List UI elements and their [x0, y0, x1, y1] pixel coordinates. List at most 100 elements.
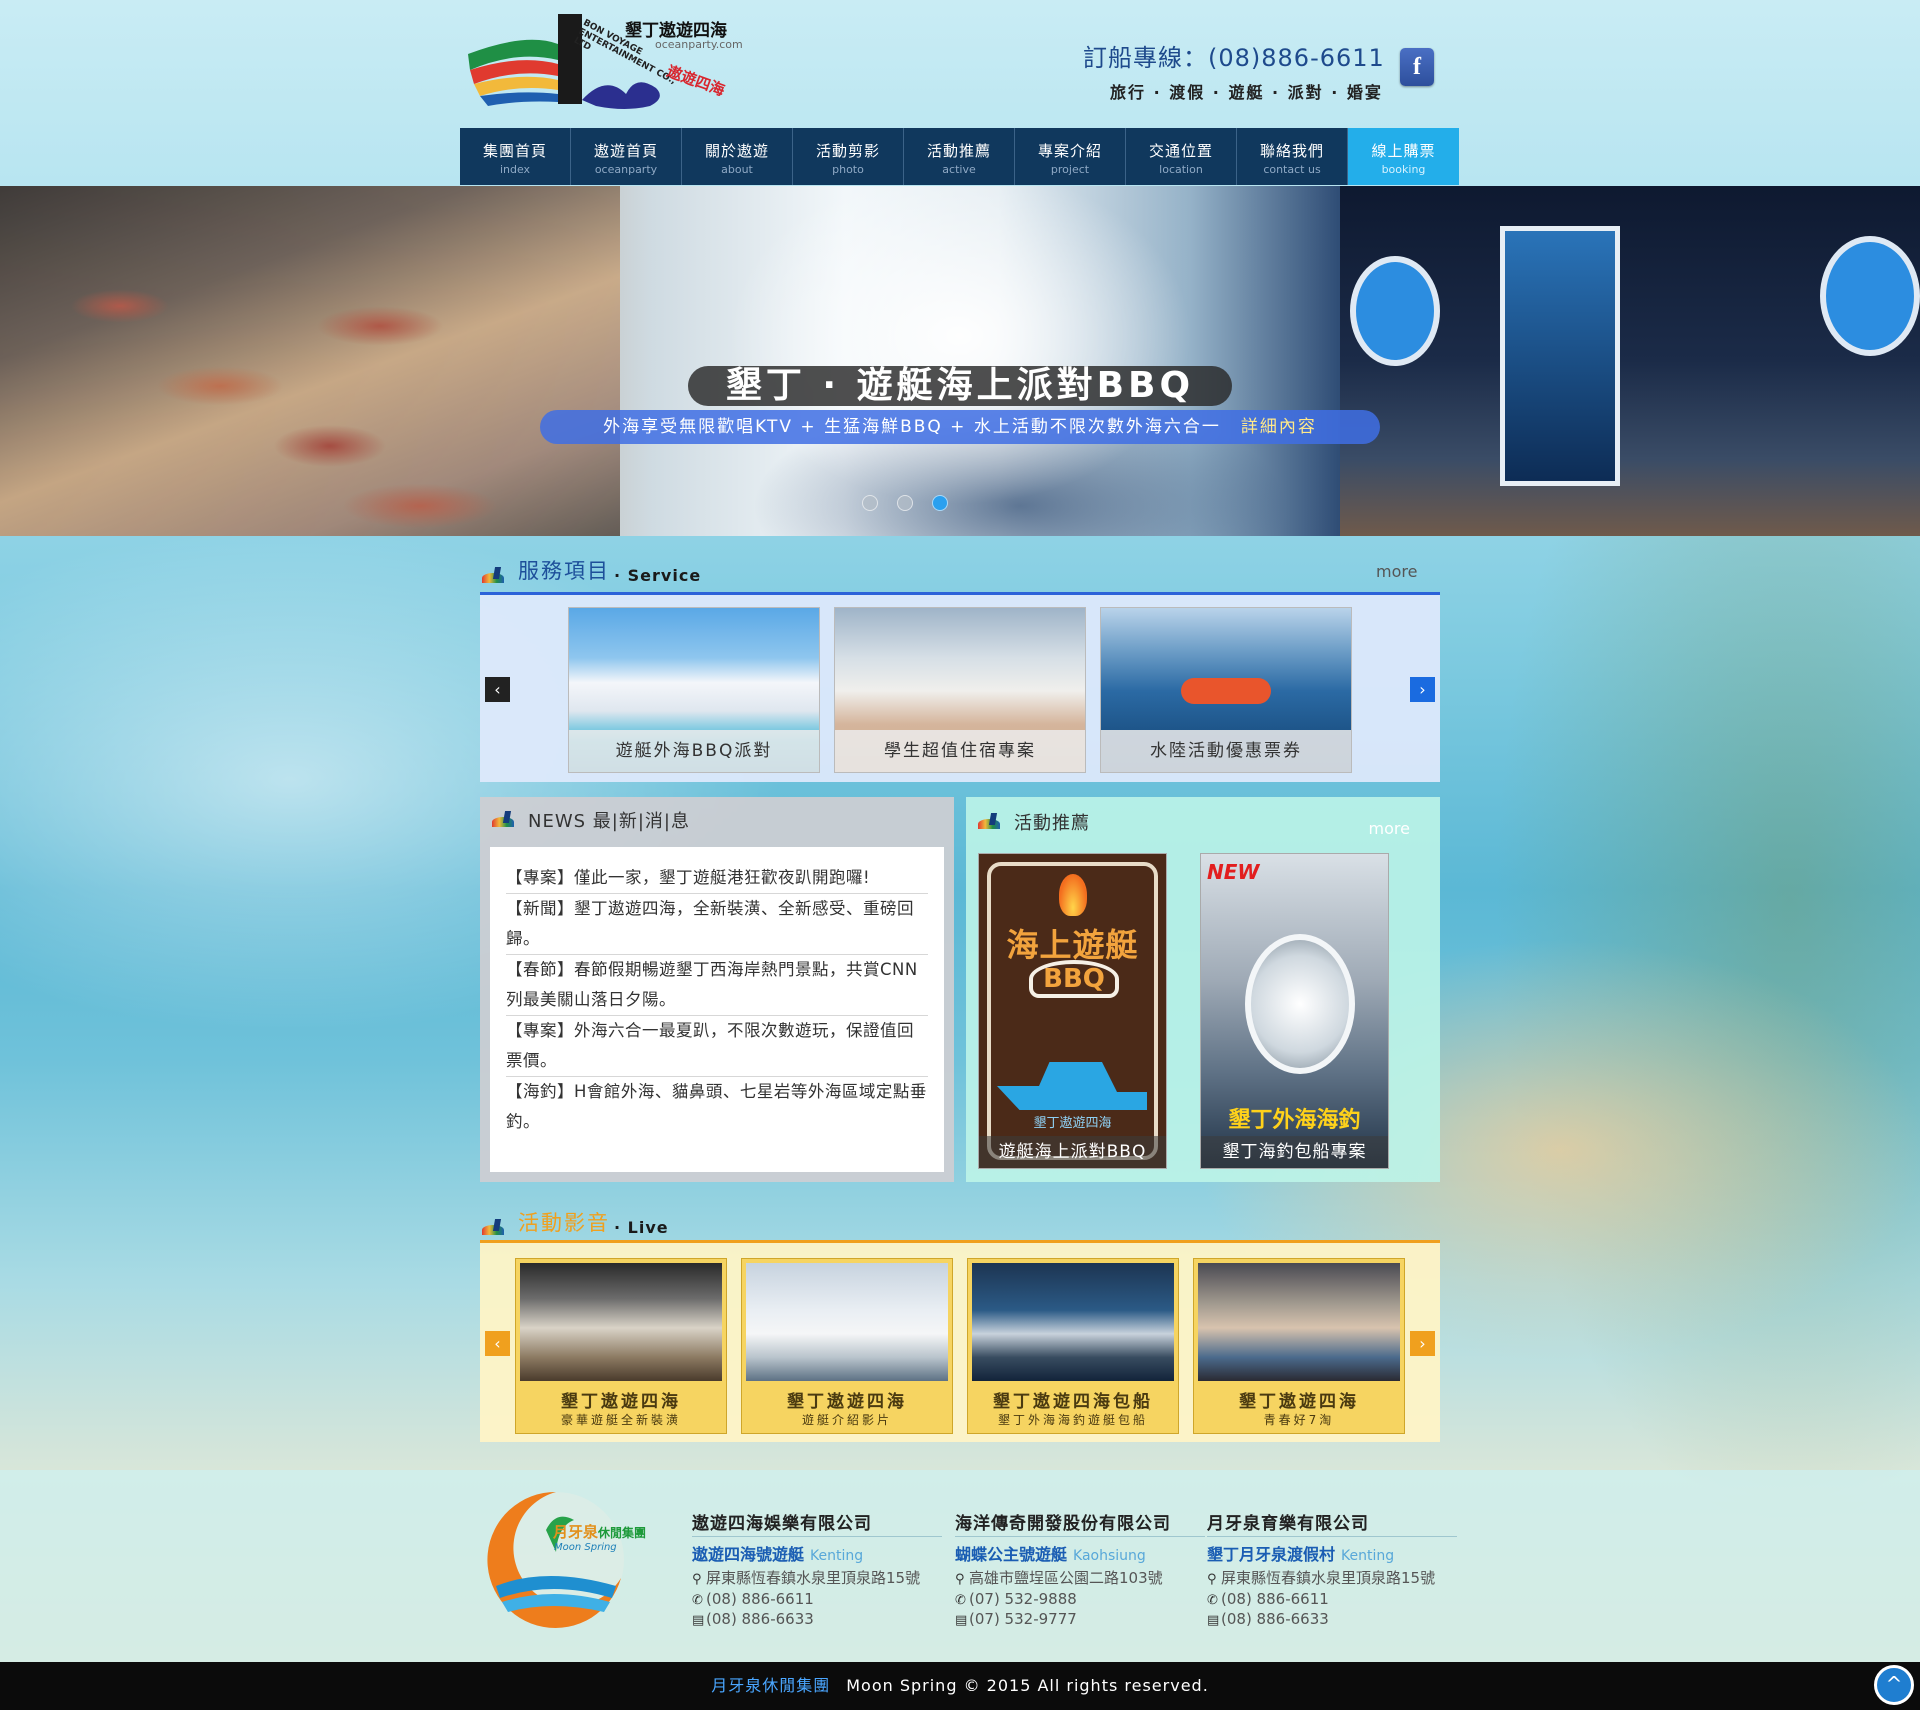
service-more-link[interactable]: more: [1376, 562, 1417, 581]
company-address: ⚲ 屏東縣恆春鎮水泉里頂泉路15號: [692, 1567, 942, 1588]
activity-caption: 墾丁海釣包船專案: [1201, 1136, 1388, 1168]
nav-item-index[interactable]: 集團首頁 index: [460, 128, 571, 185]
video-title: 墾丁遨遊四海包船: [993, 1392, 1153, 1412]
address-text: 屏東縣恆春鎮水泉里頂泉路15號: [706, 1569, 921, 1587]
company-region: Kaohsiung: [1073, 1548, 1146, 1564]
bird-logo-icon: [490, 811, 520, 829]
service-prev-button[interactable]: ‹: [485, 677, 510, 702]
service-carousel: ‹ › 遊艇外海BBQ派對 學生超值住宿專案 水陸活動優惠票券: [480, 592, 1440, 782]
phone-text: (08) 886-6611: [1221, 1590, 1329, 1608]
nav-item-about[interactable]: 關於遨遊 about: [682, 128, 793, 185]
nav-item-location[interactable]: 交通位置 location: [1126, 128, 1237, 185]
nav-item-booking[interactable]: 線上購票 booking: [1348, 128, 1459, 185]
company-info: 月牙泉育樂有限公司 墾丁月牙泉渡假村 Kenting ⚲ 屏東縣恆春鎮水泉里頂泉路1…: [1207, 1509, 1457, 1628]
company-brand-name: 蝴蝶公主號遊艇: [955, 1545, 1068, 1564]
banner-pagination: [862, 495, 948, 511]
bbq-art-boat: 墾丁遨遊四海: [1033, 1116, 1112, 1131]
map-pin-icon: ⚲: [1207, 1572, 1217, 1587]
video-subtitle: 墾丁外海海釣遊艇包船: [997, 1413, 1148, 1427]
live-next-button[interactable]: ›: [1410, 1331, 1435, 1356]
banner-more-link[interactable]: 詳細內容: [1241, 417, 1317, 437]
activity-panel: 活動推薦 more 海上遊艇 BBQ 墾丁遨遊四海 遊艇海上派對BBQ NEW …: [966, 797, 1440, 1182]
activity-card-bbq[interactable]: 海上遊艇 BBQ 墾丁遨遊四海 遊艇海上派對BBQ: [978, 853, 1167, 1169]
company-fax: ▤ (07) 532-9777: [955, 1610, 1205, 1628]
news-item[interactable]: 【專案】僅此一家，墾丁遊艇港狂歡夜趴開跑囉!: [506, 863, 928, 894]
group-logo-en: Moon Spring: [554, 1542, 617, 1553]
video-card[interactable]: 墾丁遨遊四海 青春好7淘: [1193, 1258, 1405, 1434]
video-title: 墾丁遨遊四海: [561, 1392, 681, 1412]
company-fax: ▤ (08) 886-6633: [692, 1610, 942, 1628]
booking-hotline: 訂船專線：(08)886-6611: [1083, 44, 1385, 72]
service-card[interactable]: 水陸活動優惠票券: [1100, 607, 1352, 773]
nav-label: 活動推薦: [926, 142, 991, 160]
nav-item-project[interactable]: 專案介紹 project: [1015, 128, 1126, 185]
nav-sublabel: booking: [1381, 163, 1426, 176]
company-brand[interactable]: 遨遊四海號遊艇 Kenting: [692, 1541, 942, 1565]
news-item[interactable]: 【海釣】H會館外海、貓鼻頭、七星岩等外海區域定點垂釣。: [506, 1077, 928, 1137]
activity-title: 活動推薦: [1014, 813, 1090, 834]
nav-label: 遨遊首頁: [593, 142, 658, 160]
fax-text: (08) 886-6633: [1221, 1610, 1329, 1628]
nav-item-photo[interactable]: 活動剪影 photo: [793, 128, 904, 185]
video-card[interactable]: 墾丁遨遊四海 遊艇介紹影片: [741, 1258, 953, 1434]
company-info: 海洋傳奇開發股份有限公司 蝴蝶公主號遊艇 Kaohsiung ⚲ 高雄市鹽埕區公園二…: [955, 1509, 1205, 1628]
back-to-top-icon[interactable]: ^: [1874, 1665, 1914, 1705]
copyright-text: Moon Spring © 2015 All rights reserved.: [846, 1676, 1209, 1695]
news-item[interactable]: 【春節】春節假期暢遊墾丁西海岸熱門景點，共賞CNN列最美關山落日夕陽。: [506, 955, 928, 1016]
company-region: Kenting: [1341, 1548, 1395, 1564]
live-heading: 活動影音 · Live: [480, 1207, 669, 1237]
nav-item-oceanparty[interactable]: 遨遊首頁 oceanparty: [571, 128, 682, 185]
video-card[interactable]: 墾丁遨遊四海 豪華遊艇全新裝潢: [515, 1258, 727, 1434]
live-prev-button[interactable]: ‹: [485, 1331, 510, 1356]
company-address: ⚲ 高雄市鹽埕區公園二路103號: [955, 1567, 1205, 1588]
fish-emblem-icon: [1245, 934, 1355, 1074]
facebook-icon[interactable]: f: [1400, 48, 1434, 86]
hero-banner[interactable]: 墾丁 · 遊艇海上派對BBQ 外海享受無限歡唱KTV + 生猛海鮮BBQ + 水…: [0, 186, 1920, 536]
map-pin-icon: ⚲: [955, 1572, 965, 1587]
video-subtitle: 青春好7淘: [1263, 1413, 1335, 1427]
banner-subtitle: 外海享受無限歡唱KTV + 生猛海鮮BBQ + 水上活動不限次數外海六合一 詳細內…: [540, 410, 1380, 444]
banner-bbq-image: [0, 186, 620, 536]
map-pin-icon: ⚲: [692, 1572, 702, 1587]
news-item[interactable]: 【專案】外海六合一最夏趴，不限次數遊玩，保證值回票價。: [506, 1016, 928, 1077]
activity-card-fishing[interactable]: NEW 墾丁外海海釣 墾丁海釣包船專案: [1200, 853, 1389, 1169]
nav-label: 線上購票: [1371, 142, 1436, 160]
company-phone: ✆ (08) 886-6611: [1207, 1590, 1457, 1608]
news-list: 【專案】僅此一家，墾丁遊艇港狂歡夜趴開跑囉! 【新聞】墾丁遨遊四海，全新裝潢、全…: [490, 847, 944, 1172]
cabin-door: [1500, 226, 1620, 486]
slide-dot-2[interactable]: [897, 495, 913, 511]
banana-boat: [1181, 678, 1271, 704]
copyright-bar: 月牙泉休閒集團 Moon Spring © 2015 All rights res…: [0, 1662, 1920, 1710]
slide-dot-3[interactable]: [932, 495, 948, 511]
video-card[interactable]: 墾丁遨遊四海包船 墾丁外海海釣遊艇包船: [967, 1258, 1179, 1434]
moon-spring-logo[interactable]: [486, 1490, 626, 1630]
fax-icon: ▤: [1207, 1613, 1220, 1628]
service-card[interactable]: 遊艇外海BBQ派對: [568, 607, 820, 773]
nav-label: 聯絡我們: [1259, 142, 1324, 160]
nav-item-contact[interactable]: 聯絡我們 contact us: [1237, 128, 1348, 185]
company-phone: ✆ (08) 886-6611: [692, 1590, 942, 1608]
company-brand[interactable]: 墾丁月牙泉渡假村 Kenting: [1207, 1541, 1457, 1565]
new-badge: NEW: [1207, 860, 1260, 884]
copyright-group[interactable]: 月牙泉休閒集團: [711, 1676, 830, 1695]
slide-dot-1[interactable]: [862, 495, 878, 511]
company-brand[interactable]: 蝴蝶公主號遊艇 Kaohsiung: [955, 1541, 1205, 1565]
nav-item-active[interactable]: 活動推薦 active: [904, 128, 1015, 185]
service-next-button[interactable]: ›: [1410, 677, 1435, 702]
video-thumbnail: [972, 1263, 1174, 1381]
company-name: 遨遊四海娛樂有限公司: [692, 1509, 942, 1537]
phone-text: (07) 532-9888: [969, 1590, 1077, 1608]
flame-icon: [1059, 874, 1087, 916]
phone-icon: ✆: [1207, 1593, 1218, 1608]
main-nav: 集團首頁 index 遨遊首頁 oceanparty 關於遨遊 about 活動剪影 p…: [460, 128, 1459, 185]
activity-more-link[interactable]: more: [1369, 819, 1410, 838]
live-title: 活動影音: [518, 1211, 610, 1235]
video-title: 墾丁遨遊四海: [1239, 1392, 1359, 1412]
fax-text: (07) 532-9777: [969, 1610, 1077, 1628]
news-item[interactable]: 【新聞】墾丁遨遊四海，全新裝潢、全新感受、重磅回歸。: [506, 894, 928, 955]
nav-label: 專案介紹: [1037, 142, 1102, 160]
fishing-art-title: 墾丁外海海釣: [1228, 1108, 1361, 1133]
service-card[interactable]: 學生超值住宿專案: [834, 607, 1086, 773]
activity-caption: 遊艇海上派對BBQ: [979, 1136, 1166, 1168]
banner-jetski-image: [560, 186, 1360, 536]
